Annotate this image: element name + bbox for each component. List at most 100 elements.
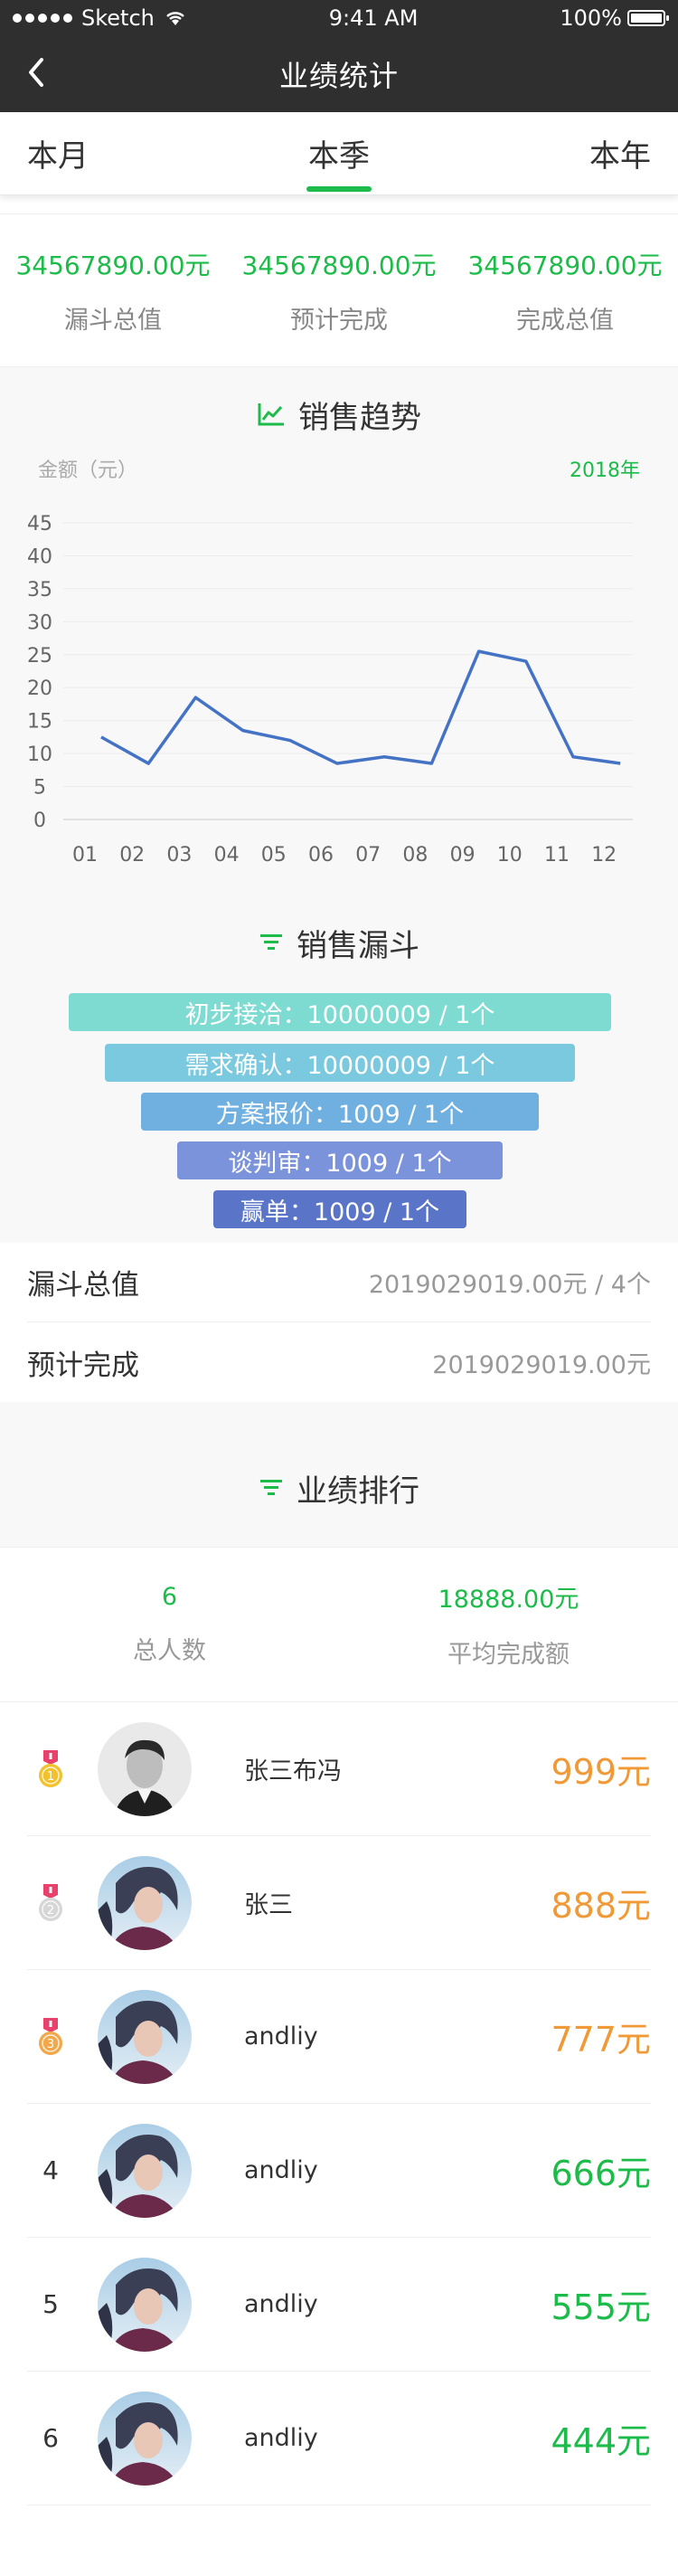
avatar: [98, 2123, 192, 2218]
ranking-title: 业绩排行: [259, 1466, 419, 1511]
battery-percent: 100%: [560, 5, 622, 31]
page-title: 业绩统计: [278, 59, 399, 93]
signal-dots-icon: [13, 14, 72, 23]
summary-panel: 34567890.00元 漏斗总值 34567890.00元 预计完成 3456…: [0, 213, 678, 367]
y-tick-label: 45: [27, 513, 52, 535]
summary-completed: 34567890.00元 完成总值: [452, 214, 678, 366]
x-tick-label: 03: [166, 844, 192, 867]
chart-year-label: 2018年: [570, 459, 640, 482]
x-tick-label: 08: [402, 844, 428, 867]
medal-rank-label: 1: [47, 1770, 54, 1784]
x-tick-label: 02: [119, 844, 145, 867]
chevron-left-icon: [29, 58, 43, 87]
sales-trend-title: 销售趋势: [0, 387, 678, 441]
y-tick-label: 40: [27, 545, 52, 568]
chart-header: 金额（元） 2018年: [0, 454, 678, 483]
summary-label: 漏斗总值: [64, 306, 162, 335]
people-count-value: 6: [161, 1583, 178, 1611]
average-value: 18888.00元: [438, 1586, 579, 1614]
ranking-header: 业绩排行: [0, 1402, 678, 1547]
y-tick-label: 0: [33, 810, 46, 832]
totals-value: 2019029019.00元: [432, 1350, 651, 1379]
y-tick-label: 10: [27, 743, 52, 766]
avatar: [98, 1721, 192, 1816]
funnel-stage-4: 谈判审：1009 / 1个: [177, 1141, 503, 1179]
wifi-icon: [165, 12, 184, 25]
status-bar: Sketch 9:41 AM 100%: [0, 0, 678, 36]
tab-year[interactable]: 本年: [589, 112, 651, 195]
funnel-stage-2: 需求确认：10000009 / 1个: [105, 1044, 575, 1082]
gold-medal-icon: 1: [27, 1748, 74, 1790]
ranking-row[interactable]: 3 andliy 777元: [27, 1970, 651, 2104]
sales-trend-section: 销售趋势 金额（元） 2018年 0 5 10 15 20 25 30 35 40 45 01 02 0…: [0, 367, 678, 890]
ranking-row[interactable]: 5 andliy 555元: [27, 2238, 651, 2372]
silver-medal-icon: 2: [27, 1882, 74, 1924]
totals-row-expected: 预计完成 2019029019.00元: [27, 1322, 651, 1402]
ranking-amount: 999元: [551, 1752, 651, 1792]
rank-number: 5: [42, 2289, 59, 2319]
y-tick-label: 25: [27, 645, 52, 668]
avatar: [98, 2257, 192, 2352]
sales-trend-chart: 05101520253035404501 02 03 04 05 06 07 08 09 10 11…: [27, 513, 633, 867]
average-label: 平均完成额: [447, 1641, 570, 1669]
rank-number: 6: [42, 2423, 59, 2453]
x-tick-label: 09: [450, 844, 476, 867]
ranking-amount: 888元: [551, 1886, 651, 1926]
totals-value: 2019029019.00元 / 4个: [368, 1271, 651, 1299]
status-time: 9:41 AM: [328, 5, 419, 31]
back-button[interactable]: [16, 52, 56, 92]
ranking-amount: 666元: [551, 2154, 651, 2193]
ranking-row[interactable]: 4 andliy 666元: [27, 2104, 651, 2238]
filter-icon: [260, 934, 282, 950]
tab-month[interactable]: 本月: [27, 112, 89, 195]
ranking-average: 18888.00元 平均完成额: [339, 1548, 678, 1701]
carrier-label: Sketch: [81, 5, 155, 31]
totals-row-funnel: 漏斗总值 2019029019.00元 / 4个: [27, 1243, 651, 1322]
medal-rank-label: 2: [47, 1904, 54, 1918]
x-tick-label: 06: [308, 844, 334, 867]
medal-rank-label: 3: [47, 2038, 54, 2051]
summary-label: 预计完成: [290, 306, 388, 335]
funnel-totals: 漏斗总值 2019029019.00元 / 4个 预计完成 2019029019…: [0, 1243, 678, 1402]
y-tick-label: 5: [33, 777, 46, 800]
avatar: [98, 1855, 192, 1950]
x-tick-label: 11: [544, 844, 570, 867]
chart-unit-label: 金额（元）: [38, 459, 138, 482]
x-tick-label: 12: [591, 844, 617, 867]
x-tick-label: 04: [214, 844, 240, 867]
y-tick-label: 20: [27, 677, 52, 700]
ranking-row[interactable]: 1 张三布冯 999元: [27, 1702, 651, 1836]
tab-quarter[interactable]: 本季: [308, 112, 370, 195]
sales-trend-heading: 销售趋势: [298, 399, 421, 436]
y-tick-label: 15: [27, 711, 52, 734]
x-tick-label: 07: [355, 844, 381, 867]
sales-funnel-heading: 销售漏斗: [297, 927, 419, 964]
summary-funnel-total: 34567890.00元 漏斗总值: [0, 214, 226, 366]
line-chart-icon: [258, 403, 284, 426]
ranking-name: 张三: [244, 1891, 293, 1919]
ranking-name: andliy: [244, 2022, 318, 2050]
bronze-medal-icon: 3: [27, 2016, 74, 2058]
ranking-people-count: 6 总人数: [0, 1548, 339, 1701]
summary-value: 34567890.00元: [241, 250, 437, 280]
y-tick-label: 30: [27, 611, 52, 634]
period-tabs: 本月 本季 本年: [0, 112, 678, 195]
ranking-row[interactable]: 2 张三 888元: [27, 1836, 651, 1970]
funnel-bars: 初步接洽：10000009 / 1个 需求确认：10000009 / 1个 方案…: [0, 993, 678, 1228]
people-count-label: 总人数: [133, 1637, 206, 1665]
nav-bar: 业绩统计: [0, 36, 678, 112]
ranking-name: andliy: [244, 2424, 318, 2452]
totals-key: 预计完成: [27, 1349, 139, 1382]
series-line: [100, 649, 621, 765]
totals-key: 漏斗总值: [27, 1269, 139, 1302]
summary-value: 34567890.00元: [15, 250, 211, 280]
sales-funnel-title: 销售漏斗: [0, 906, 678, 979]
x-tick-label: 01: [72, 844, 98, 867]
sales-funnel-section: 销售漏斗 初步接洽：10000009 / 1个 需求确认：10000009 / …: [0, 890, 678, 1243]
ranking-name: andliy: [244, 2156, 318, 2184]
filter-icon: [260, 1480, 282, 1495]
rank-number: 4: [42, 2155, 59, 2185]
battery-icon: [626, 10, 669, 26]
x-tick-label: 10: [497, 844, 523, 867]
ranking-row[interactable]: 6 andliy 444元: [27, 2372, 651, 2505]
